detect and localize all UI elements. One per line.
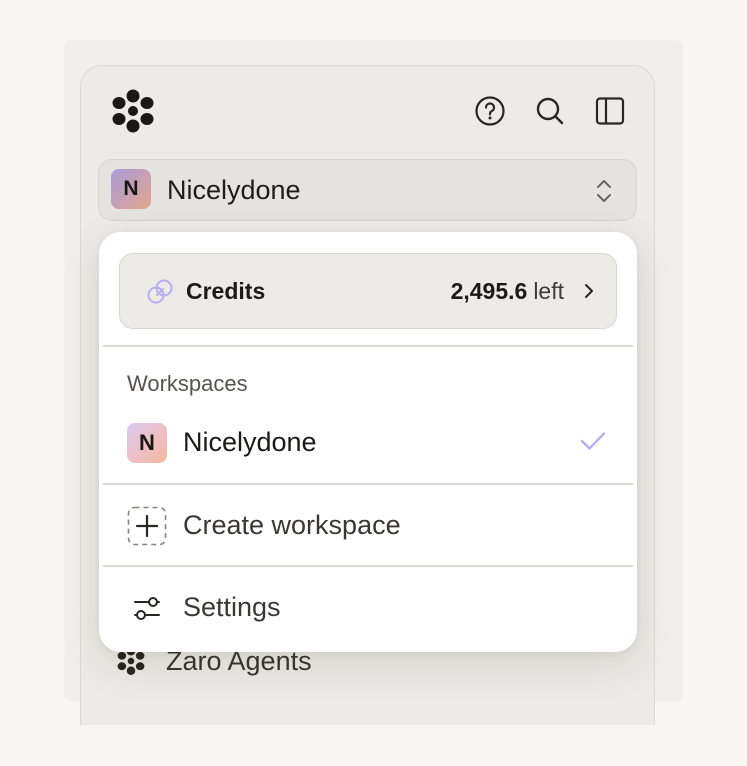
credits-button[interactable]: Credits 2,495.6 left [119,253,617,329]
settings-button[interactable]: Settings [99,582,637,632]
workspace-option-name: Nicelydone [183,427,317,457]
credits-label: Credits [186,278,266,304]
checkmark-icon [580,432,606,450]
workspace-option-nicelydone[interactable]: N Nicelydone [99,418,637,468]
divider [103,483,633,485]
sidebar-toggle-button[interactable] [593,94,627,128]
workspace-dropdown: Credits 2,495.6 left Workspaces N Nicelyd… [99,232,637,652]
plus-icon [127,506,167,546]
settings-label: Settings [183,592,281,622]
app-stage: N Nicelydone Zaro Agents Credits 2,495.6… [0,0,747,766]
create-workspace-label: Create workspace [183,510,401,540]
brand-logo-icon[interactable] [110,88,156,134]
settings-sliders-icon [134,597,160,620]
workspace-name: Nicelydone [167,175,301,205]
workspace-switcher[interactable]: N Nicelydone [98,159,637,221]
credits-amount: 2,495.6 left [451,276,564,306]
divider [103,565,633,567]
divider [103,345,633,347]
search-icon [536,97,564,125]
search-button[interactable] [533,94,567,128]
credits-icon [147,279,173,304]
chevron-right-icon [585,284,593,298]
help-icon [475,96,505,126]
workspaces-heading: Workspaces [127,371,248,396]
create-workspace-button[interactable]: Create workspace [99,500,637,550]
workspace-avatar: N [127,423,167,463]
credits-suffix: left [533,278,564,304]
workspace-avatar: N [111,169,151,209]
chevron-up-down-icon [597,180,611,202]
sidebar-toggle-icon [595,97,625,125]
help-button[interactable] [473,94,507,128]
credits-value: 2,495.6 [450,278,528,304]
